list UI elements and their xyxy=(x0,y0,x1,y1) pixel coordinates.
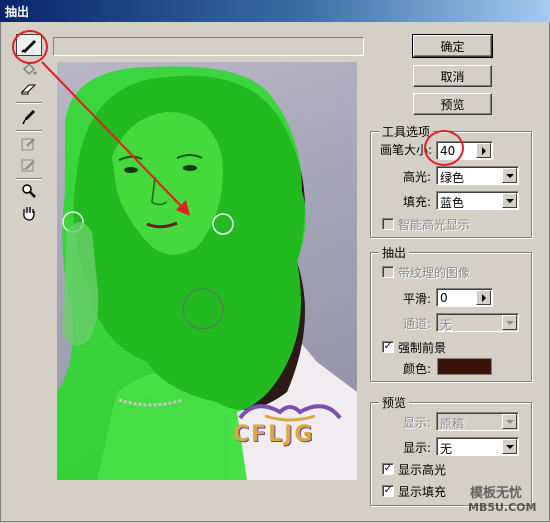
smart-highlight-checkbox[interactable] xyxy=(382,218,394,230)
extraction-group-label: 抽出 xyxy=(379,244,410,261)
highlight-value: 绿色 xyxy=(440,171,465,185)
preview-button[interactable]: 预览 xyxy=(413,93,492,115)
force-foreground-checkbox[interactable]: ✓ xyxy=(382,341,394,353)
show-highlight-label: 显示高光 xyxy=(398,463,447,477)
cancel-button[interactable]: 取消 xyxy=(413,65,492,87)
force-foreground-label: 强制前景 xyxy=(398,341,447,355)
show-chevron-down-icon[interactable] xyxy=(502,414,517,429)
smooth-arrow-icon[interactable] xyxy=(476,290,491,305)
check-icon: ✓ xyxy=(383,341,393,352)
fill-select[interactable]: 蓝色 xyxy=(436,191,519,210)
color-label: 颜色: xyxy=(403,362,432,376)
show-highlight-checkbox[interactable]: ✓ xyxy=(382,463,394,475)
check-icon: ✓ xyxy=(383,485,393,496)
annotation-circle-brush xyxy=(424,130,464,166)
ok-button[interactable]: 确定 xyxy=(412,34,493,58)
smooth-label: 平滑: xyxy=(403,292,432,306)
channel-value: 无 xyxy=(440,318,453,332)
display-chevron-down-icon[interactable] xyxy=(502,439,517,454)
site-watermark-cn: 模板无忧 xyxy=(470,486,523,501)
show-fill-label: 显示填充 xyxy=(398,485,447,499)
display-label: 显示: xyxy=(403,441,432,455)
display-select[interactable]: 无 xyxy=(436,437,519,456)
channel-label: 通道: xyxy=(403,317,432,331)
preview-group-label: 预览 xyxy=(379,394,410,411)
highlight-select[interactable]: 绿色 xyxy=(436,166,519,185)
fill-label: 填充: xyxy=(403,195,432,209)
highlight-label: 高光: xyxy=(403,170,432,184)
channel-select[interactable]: 无 xyxy=(436,313,519,332)
tool-options-label: 工具选项 xyxy=(379,123,434,140)
fill-chevron-down-icon[interactable] xyxy=(502,193,517,208)
textured-image-label: 带纹理的图像 xyxy=(398,266,471,280)
site-watermark: MB5U.COM xyxy=(468,501,537,514)
smart-highlight-label: 智能高光显示 xyxy=(398,218,471,232)
show-select[interactable]: 原稿 xyxy=(436,412,519,431)
show-label: 显示: xyxy=(403,416,432,430)
show-value: 原稿 xyxy=(440,417,465,431)
brush-size-arrow-icon[interactable] xyxy=(476,143,491,158)
display-value: 无 xyxy=(440,442,453,456)
smooth-input[interactable]: 0 xyxy=(436,288,493,307)
highlight-chevron-down-icon[interactable] xyxy=(502,168,517,183)
color-swatch[interactable] xyxy=(437,358,492,375)
fill-value: 蓝色 xyxy=(440,196,465,210)
channel-chevron-down-icon[interactable] xyxy=(502,315,517,330)
smooth-value: 0 xyxy=(440,291,448,305)
textured-image-checkbox[interactable] xyxy=(382,266,394,278)
check-icon: ✓ xyxy=(383,463,393,474)
show-fill-checkbox[interactable]: ✓ xyxy=(382,485,394,497)
